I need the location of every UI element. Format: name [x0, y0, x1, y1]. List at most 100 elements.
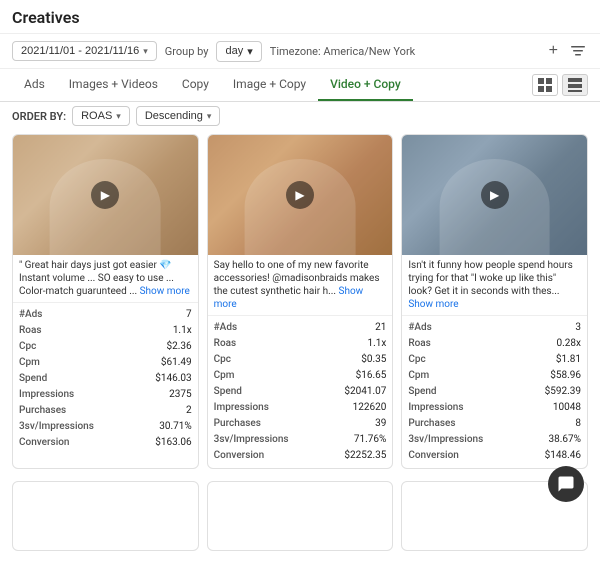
roas-value: 1.1x: [173, 323, 192, 339]
stat-row-purchases: Purchases 39: [214, 416, 387, 432]
chat-icon: [557, 475, 575, 493]
group-by-button[interactable]: day ▾: [216, 41, 261, 62]
chat-button[interactable]: [548, 466, 584, 502]
impressions-value: 122620: [353, 400, 387, 416]
creative-card-1: ▶ " Great hair days just got easier 💎 In…: [12, 134, 199, 469]
purchases-label: Purchases: [19, 403, 66, 419]
card-stats: #Ads 21 Roas 1.1x Cpc $0.35 Cpm $16.65 S…: [208, 316, 393, 468]
ads-label: #Ads: [19, 307, 42, 323]
stat-row-impressions: Impressions 122620: [214, 400, 387, 416]
filter-button[interactable]: [568, 41, 588, 61]
conversion-label: Conversion: [214, 448, 265, 464]
stat-row-purchases: Purchases 8: [408, 416, 581, 432]
card-caption: " Great hair days just got easier 💎 Inst…: [13, 255, 198, 303]
play-button[interactable]: ▶: [481, 181, 509, 209]
stat-row-conversion: Conversion $148.46: [408, 448, 581, 464]
list-view-button[interactable]: [562, 74, 588, 96]
spend-label: Spend: [19, 371, 47, 387]
cpc-value: $1.81: [556, 352, 581, 368]
timezone-label: Timezone: America/New York: [270, 45, 416, 58]
3sv-label: 3sv/Impressions: [214, 432, 289, 448]
spend-value: $146.03: [155, 371, 191, 387]
cpc-label: Cpc: [214, 352, 231, 368]
sort-field-button[interactable]: ROAS ▾: [72, 106, 130, 126]
bottom-card-1[interactable]: [12, 481, 199, 551]
impressions-value: 10048: [553, 400, 581, 416]
ads-value: 21: [375, 320, 386, 336]
sort-direction-button[interactable]: Descending ▾: [136, 106, 221, 126]
purchases-label: Purchases: [214, 416, 261, 432]
purchases-value: 39: [375, 416, 386, 432]
date-range-value: 2021/11/01 - 2021/11/16: [21, 45, 139, 57]
stat-row-spend: Spend $2041.07: [214, 384, 387, 400]
tab-images-videos[interactable]: Images + Videos: [57, 69, 170, 101]
roas-value: 0.28x: [557, 336, 581, 352]
bottom-card-2[interactable]: [207, 481, 394, 551]
purchases-value: 2: [186, 403, 192, 419]
tab-video-copy[interactable]: Video + Copy: [318, 69, 413, 101]
cpm-value: $58.96: [550, 368, 581, 384]
card-caption: Say hello to one of my new favorite acce…: [208, 255, 393, 316]
card-image[interactable]: ▶: [402, 135, 587, 255]
stat-row-cpc: Cpc $1.81: [408, 352, 581, 368]
play-button[interactable]: ▶: [91, 181, 119, 209]
stat-row-roas: Roas 0.28x: [408, 336, 581, 352]
3sv-value: 30.71%: [159, 419, 191, 435]
stat-row-3sv: 3sv/Impressions 38.67%: [408, 432, 581, 448]
card-stats: #Ads 7 Roas 1.1x Cpc $2.36 Cpm $61.49 Sp…: [13, 303, 198, 455]
cpm-label: Cpm: [214, 368, 235, 384]
cpm-label: Cpm: [19, 355, 40, 371]
conversion-value: $2252.35: [344, 448, 386, 464]
sort-direction-arrow-icon: ▾: [207, 111, 212, 122]
sort-field-arrow-icon: ▾: [116, 111, 121, 122]
tab-ads[interactable]: Ads: [12, 69, 57, 101]
sort-field-value: ROAS: [81, 110, 112, 122]
roas-label: Roas: [214, 336, 237, 352]
creative-card-3: ▶ Isn't it funny how people spend hours …: [401, 134, 588, 469]
conversion-label: Conversion: [19, 435, 70, 451]
show-more-link[interactable]: Show more: [214, 286, 364, 310]
impressions-label: Impressions: [408, 400, 463, 416]
group-by-label: Group by: [165, 45, 209, 58]
stat-row-cpm: Cpm $58.96: [408, 368, 581, 384]
stat-row-spend: Spend $592.39: [408, 384, 581, 400]
add-button[interactable]: +: [547, 40, 560, 62]
sort-bar: ORDER BY: ROAS ▾ Descending ▾: [0, 102, 600, 134]
toolbar-actions: +: [547, 40, 588, 62]
cpc-value: $0.35: [361, 352, 386, 368]
purchases-value: 8: [575, 416, 581, 432]
card-image[interactable]: ▶: [208, 135, 393, 255]
tab-image-copy[interactable]: Image + Copy: [221, 69, 318, 101]
tab-copy[interactable]: Copy: [170, 69, 221, 101]
ads-value: 7: [186, 307, 192, 323]
play-button[interactable]: ▶: [286, 181, 314, 209]
add-icon: +: [549, 42, 558, 60]
card-stats: #Ads 3 Roas 0.28x Cpc $1.81 Cpm $58.96 S…: [402, 316, 587, 468]
cpm-label: Cpm: [408, 368, 429, 384]
order-by-label: ORDER BY:: [12, 110, 66, 123]
date-range-button[interactable]: 2021/11/01 - 2021/11/16 ▾: [12, 41, 157, 61]
stat-row-conversion: Conversion $2252.35: [214, 448, 387, 464]
roas-label: Roas: [19, 323, 42, 339]
spend-value: $592.39: [545, 384, 581, 400]
spend-value: $2041.07: [344, 384, 386, 400]
tabs-container: Ads Images + Videos Copy Image + Copy Vi…: [0, 69, 600, 102]
show-more-link[interactable]: Show more: [140, 286, 190, 297]
ads-label: #Ads: [214, 320, 237, 336]
page-title: Creatives: [12, 8, 80, 27]
ads-value: 3: [575, 320, 581, 336]
grid-icon: [538, 78, 552, 92]
show-more-link[interactable]: Show more: [408, 299, 458, 310]
grid-view-button[interactable]: [532, 74, 558, 96]
sort-direction-value: Descending: [145, 110, 203, 122]
stat-row-ads: #Ads 3: [408, 320, 581, 336]
stat-row-conversion: Conversion $163.06: [19, 435, 192, 451]
cpm-value: $61.49: [161, 355, 192, 371]
stat-row-cpm: Cpm $16.65: [214, 368, 387, 384]
cpc-value: $2.36: [167, 339, 192, 355]
ads-label: #Ads: [408, 320, 431, 336]
card-image[interactable]: ▶: [13, 135, 198, 255]
3sv-value: 71.76%: [354, 432, 386, 448]
stat-row-cpm: Cpm $61.49: [19, 355, 192, 371]
group-by-value: day: [225, 45, 243, 57]
